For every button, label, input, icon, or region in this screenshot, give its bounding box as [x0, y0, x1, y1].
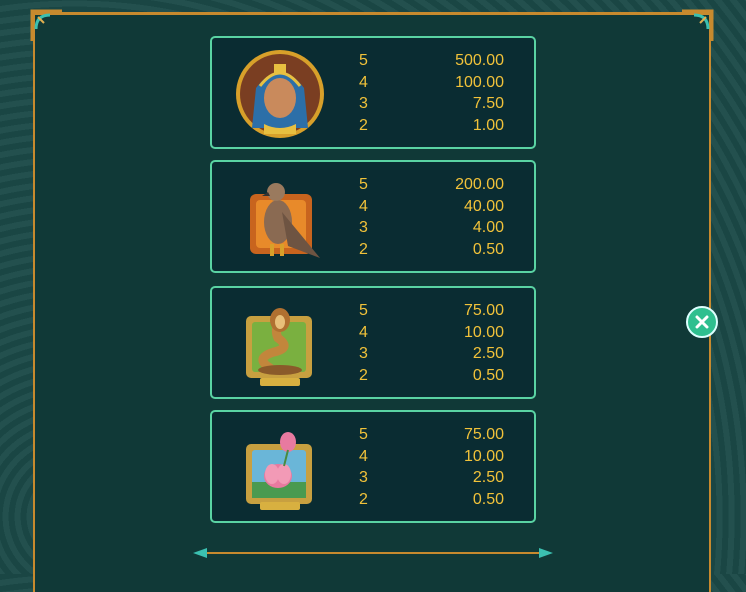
pay-row: 3 2.50: [359, 345, 504, 362]
cobra-icon: [246, 308, 312, 386]
paytable-card-cobra: 5 75.00 4 10.00 3 2.50 2 0.50: [210, 286, 536, 399]
paytable-card-falcon: 5 200.00 4 40.00 3 4.00 2 0.50: [210, 160, 536, 273]
close-icon: [695, 315, 709, 329]
pay-row: 5 75.00: [359, 302, 504, 319]
scroll-divider-icon: [193, 548, 553, 558]
pay-row: 2 1.00: [359, 116, 504, 134]
pay-list: 5 75.00 4 10.00 3 2.50 2 0.50: [359, 424, 504, 510]
pay-row: 2 0.50: [359, 366, 504, 384]
corner-ornament-icon: [30, 9, 62, 41]
pay-row: 3 4.00: [359, 219, 504, 236]
lotus-icon: [246, 432, 312, 510]
pay-list: 5 75.00 4 10.00 3 2.50 2 0.50: [359, 300, 504, 386]
paytable-card-pharaoh: 5 500.00 4 100.00 3 7.50 2 1.00: [210, 36, 536, 149]
pay-row: 3 7.50: [359, 95, 504, 112]
close-button[interactable]: [686, 306, 718, 338]
pay-row: 2 0.50: [359, 240, 504, 258]
pay-list: 5 200.00 4 40.00 3 4.00 2 0.50: [359, 174, 504, 260]
pay-row: 4 10.00: [359, 447, 504, 465]
pay-row: 5 500.00: [359, 52, 504, 69]
pharaoh-icon: [236, 50, 324, 138]
corner-ornament-icon: [682, 9, 714, 41]
pay-row: 5 75.00: [359, 426, 504, 443]
pay-row: 4 10.00: [359, 323, 504, 341]
pay-row: 4 40.00: [359, 197, 504, 215]
pay-row: 3 2.50: [359, 469, 504, 486]
pay-row: 2 0.50: [359, 490, 504, 508]
pay-row: 5 200.00: [359, 176, 504, 193]
falcon-icon: [250, 183, 320, 258]
paytable-card-lotus: 5 75.00 4 10.00 3 2.50 2 0.50: [210, 410, 536, 523]
pay-row: 4 100.00: [359, 73, 504, 91]
pay-list: 5 500.00 4 100.00 3 7.50 2 1.00: [359, 50, 504, 136]
